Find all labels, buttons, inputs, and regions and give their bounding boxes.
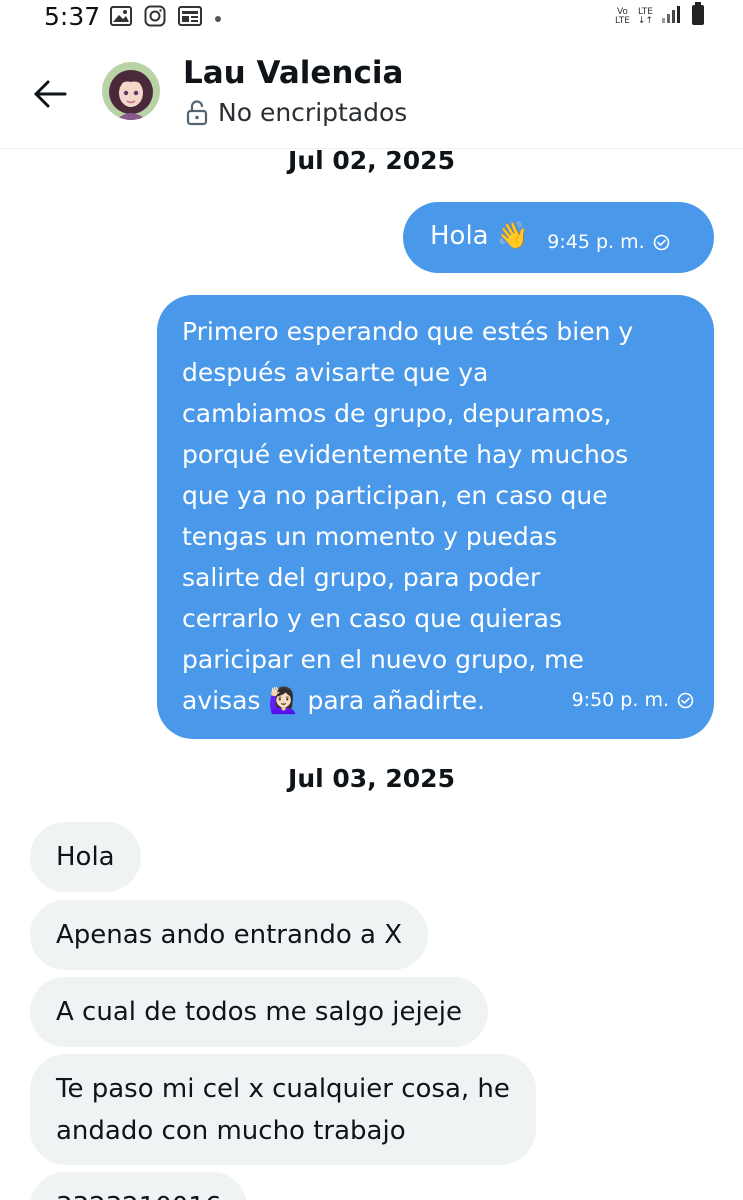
gallery-icon — [110, 6, 132, 31]
message-line: salirte del grupo, para poder — [182, 563, 541, 592]
lte-indicator: LTE ↓↑ — [637, 6, 653, 26]
sent-message[interactable]: Primero esperando que estés bien y despu… — [157, 295, 714, 739]
message-line: cerrarlo y en caso que quieras — [182, 604, 562, 633]
message-last-row: avisas 🙋🏻‍♀️ para añadirte. 9:50 p. m. — [182, 680, 694, 721]
received-message[interactable]: A cual de todos me salgo jejeje — [30, 977, 488, 1047]
dm-conversation-screen: 5:37 Vo LTE LTE ↓↑ Lau Valencia No encri… — [0, 0, 743, 1200]
volte-indicator: Vo LTE — [614, 6, 630, 26]
message-line: Primero esperando que estés bien y — [182, 317, 634, 346]
message-time: 9:50 p. m. — [571, 689, 669, 711]
signal-icon — [661, 4, 683, 29]
message-line: paricipar en el nuevo grupo, me — [182, 645, 584, 674]
message-time: 9:45 p. m. — [547, 231, 645, 253]
message-meta: 9:50 p. m. — [572, 680, 694, 721]
date-separator: Jul 02, 2025 — [288, 146, 455, 175]
message-line: porqué evidentemente hay muchos — [182, 440, 629, 469]
dot-icon — [214, 10, 222, 28]
message-line: Te paso mi cel x cualquier cosa, he — [56, 1074, 510, 1104]
system-icons: Vo LTE LTE ↓↑ — [615, 2, 705, 31]
received-message[interactable]: 3323210016 — [30, 1172, 248, 1200]
status-time: 5:37 — [44, 2, 101, 31]
contact-name[interactable]: Lau Valencia — [183, 55, 403, 91]
check-circle-icon — [653, 234, 669, 251]
message-line: avisas 🙋🏻‍♀️ para añadirte. — [182, 686, 485, 715]
instagram-icon — [144, 5, 166, 32]
conversation-header: Lau Valencia No encriptados — [0, 50, 743, 149]
sent-message[interactable]: Hola 👋 9:45 p. m. — [403, 202, 714, 273]
message-meta: 9:45 p. m. — [547, 222, 669, 263]
received-message[interactable]: Apenas ando entrando a X — [30, 900, 429, 970]
message-text: A cual de todos me salgo jejeje — [56, 997, 462, 1027]
date-separator: Jul 03, 2025 — [288, 764, 455, 793]
message-line: andado con mucho trabajo — [56, 1116, 406, 1146]
message-line: tengas un momento y puedas — [182, 522, 558, 551]
received-message[interactable]: Hola — [30, 822, 141, 892]
unlocked-lock-icon — [186, 99, 208, 125]
encryption-label: No encriptados — [218, 98, 408, 127]
status-bar: 5:37 Vo LTE LTE ↓↑ — [0, 0, 743, 34]
notification-icons — [110, 5, 222, 32]
avatar[interactable] — [102, 62, 160, 120]
message-line: cambiamos de grupo, depuramos, — [182, 399, 612, 428]
encryption-status: No encriptados — [186, 98, 407, 127]
back-button[interactable] — [28, 72, 72, 116]
message-text: 3323210016 — [56, 1192, 221, 1200]
message-text: Hola — [56, 842, 115, 872]
message-text: Hola 👋 — [430, 221, 530, 251]
received-message[interactable]: Te paso mi cel x cualquier cosa, he anda… — [30, 1054, 536, 1165]
check-circle-icon — [677, 692, 694, 709]
arrow-left-icon — [34, 80, 67, 108]
message-text: Apenas ando entrando a X — [56, 920, 403, 950]
message-line: después avisarte que ya — [182, 358, 489, 387]
battery-icon — [691, 2, 705, 31]
news-icon — [178, 6, 202, 31]
message-line: que ya no participan, en caso que — [182, 481, 608, 510]
